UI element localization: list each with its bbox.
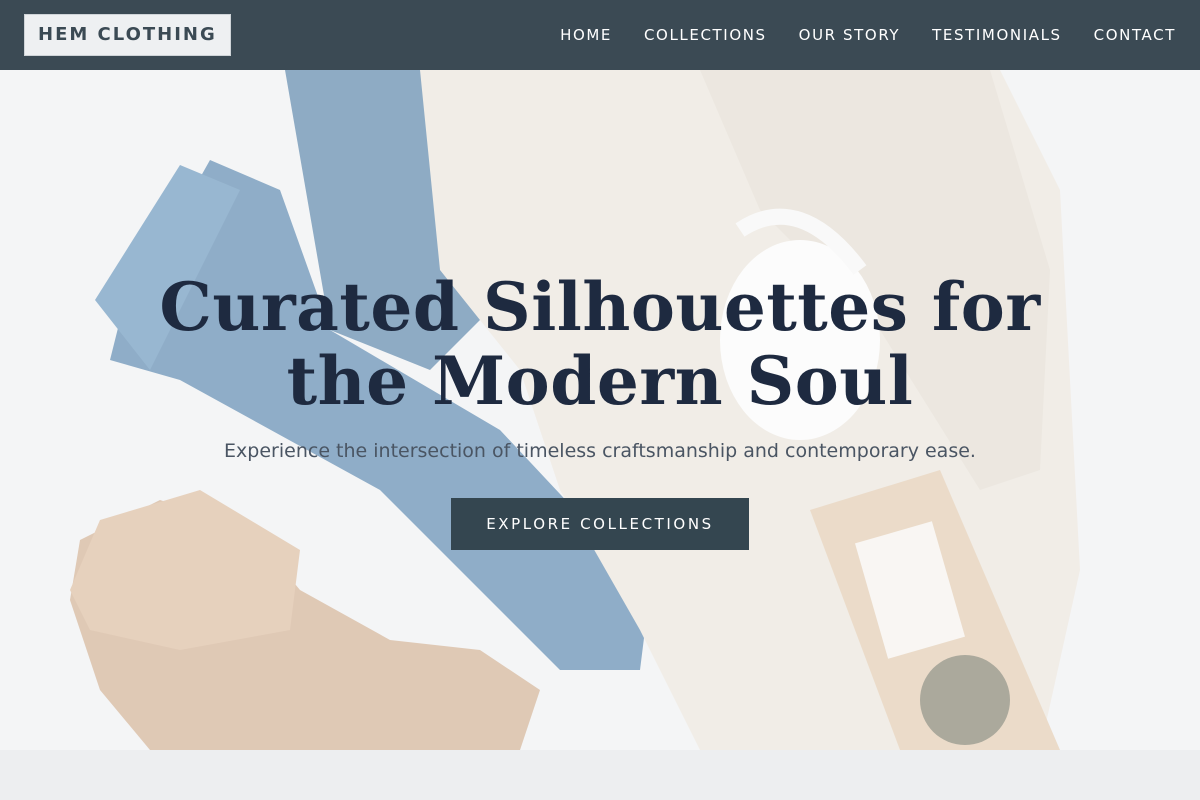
hero-title: Curated Silhouettes for the Modern Soul [0, 270, 1200, 418]
hero-title-line-1: Curated Silhouettes for [159, 268, 1041, 346]
next-section-edge [0, 750, 1200, 800]
hero-subtitle: Experience the intersection of timeless … [224, 440, 976, 462]
explore-collections-button[interactable]: EXPLORE COLLECTIONS [451, 498, 749, 550]
top-navbar: HEM CLOTHING HOME COLLECTIONS OUR STORY … [0, 0, 1200, 70]
nav-link-our-story[interactable]: OUR STORY [799, 26, 901, 44]
hero-title-line-2: the Modern Soul [286, 342, 914, 420]
nav-link-home[interactable]: HOME [560, 26, 612, 44]
hero-section: Curated Silhouettes for the Modern Soul … [0, 70, 1200, 750]
nav-links: HOME COLLECTIONS OUR STORY TESTIMONIALS … [528, 26, 1176, 44]
brand-logo[interactable]: HEM CLOTHING [24, 14, 231, 56]
nav-link-contact[interactable]: CONTACT [1094, 26, 1176, 44]
nav-link-testimonials[interactable]: TESTIMONIALS [932, 26, 1061, 44]
nav-link-collections[interactable]: COLLECTIONS [644, 26, 767, 44]
